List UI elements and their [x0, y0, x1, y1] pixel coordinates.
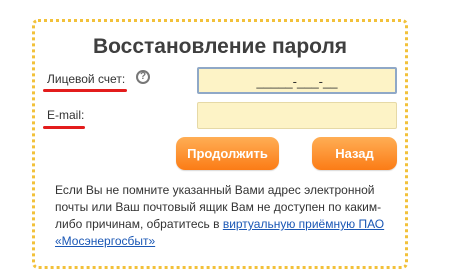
email-label: E-mail: — [47, 108, 85, 122]
help-note: Если Вы не помните указанный Вами адрес … — [55, 182, 399, 250]
page-title: Восстановление пароля — [92, 35, 348, 58]
email-input[interactable] — [197, 102, 397, 129]
account-label: Лицевой счет: — [47, 72, 126, 86]
continue-button[interactable]: Продолжить — [176, 137, 279, 170]
red-underline-email — [43, 126, 85, 129]
back-button[interactable]: Назад — [312, 137, 397, 170]
question-circle-icon[interactable]: ? — [136, 70, 150, 84]
password-recovery-panel: Восстановление пароля Лицевой счет: ? __… — [32, 19, 408, 269]
account-number-input[interactable]: _____-___-__ — [197, 67, 397, 94]
red-underline-account — [43, 89, 127, 92]
